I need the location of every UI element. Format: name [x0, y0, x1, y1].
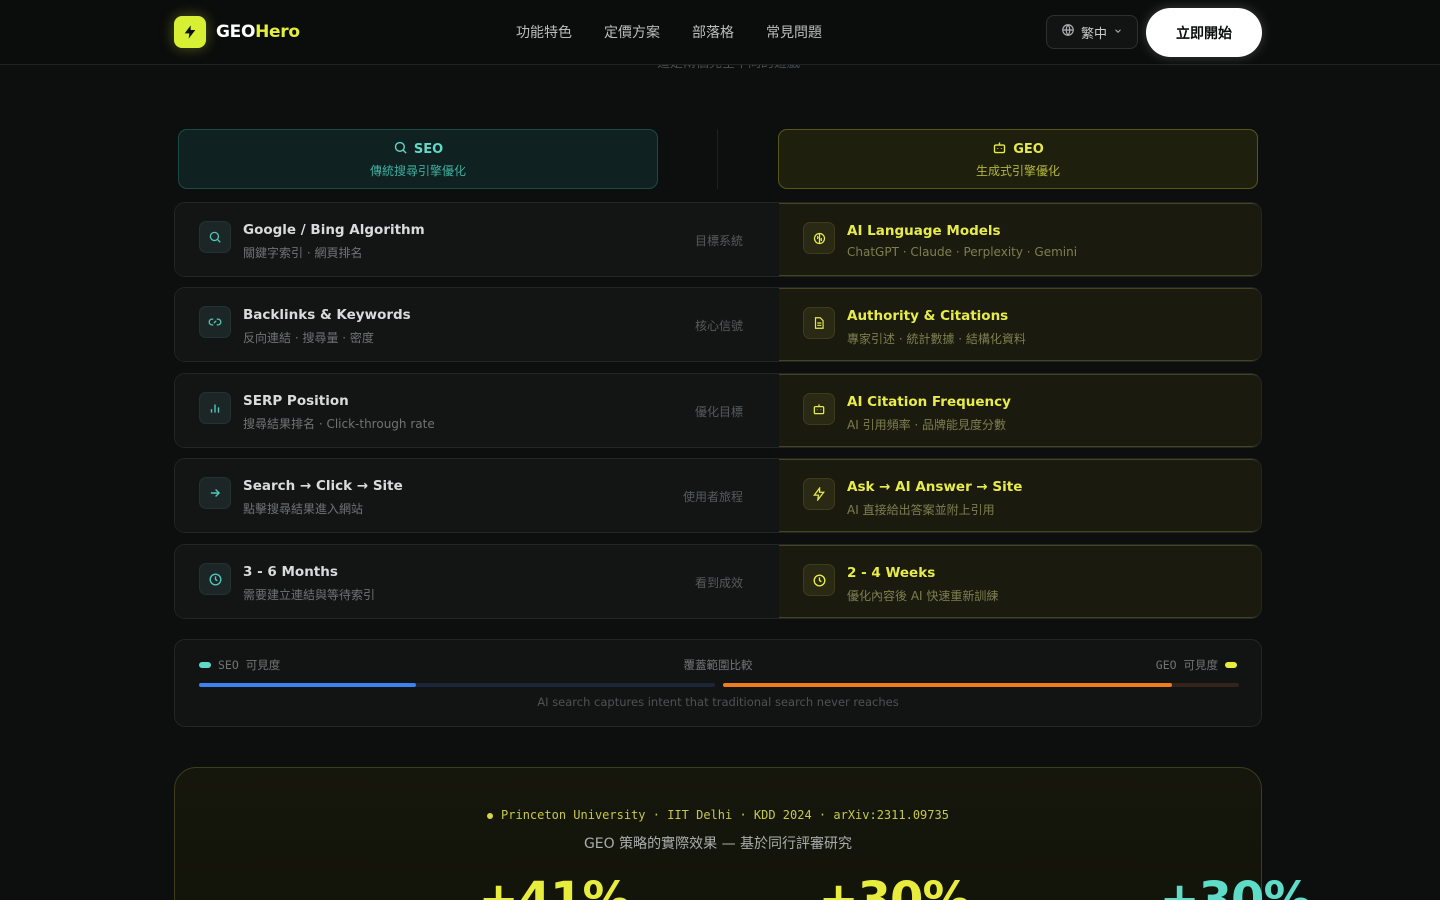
get-started-button[interactable]: 立即開始	[1146, 8, 1262, 57]
top-navbar: GEOHero 功能特色 定價方案 部落格 常見問題 繁中 立即開始	[0, 0, 1440, 65]
research-card: Princeton University · IIT Delhi · KDD 2…	[174, 767, 1312, 900]
geo-cell: 2 - 4 Weeks 優化內容後 AI 快速重新訓練	[779, 545, 1261, 618]
nav-links: 功能特色 定價方案 部落格 常見問題	[516, 22, 822, 42]
chevron-down-icon	[1113, 25, 1123, 40]
brand-name: GEOHero	[216, 22, 300, 42]
search-icon	[393, 140, 408, 159]
nav-link-features[interactable]: 功能特色	[516, 22, 572, 42]
link-icon	[199, 306, 231, 338]
comparison-row: Search → Click → Site 點擊搜尋結果進入網站 使用者旅程 A…	[174, 458, 1262, 533]
seo-row-title: Backlinks & Keywords	[243, 307, 411, 323]
geo-row-title: Authority & Citations	[847, 308, 1009, 324]
seo-header-title: SEO	[413, 141, 444, 157]
nav-link-blog[interactable]: 部落格	[692, 22, 734, 42]
comparison-row: SERP Position 搜尋結果排名 · Click-through rat…	[174, 373, 1262, 448]
geo-row-title: 2 - 4 Weeks	[847, 565, 936, 581]
nav-link-pricing[interactable]: 定價方案	[604, 22, 660, 42]
row-category-tag: 使用者旅程	[682, 490, 743, 504]
research-stat: +30%	[1159, 872, 1311, 900]
geo-row-subtitle: AI 直接給出答案並附上引用	[847, 503, 995, 517]
geo-header-subtitle: 生成式引擎優化	[975, 163, 1060, 178]
row-category-tag: 目標系統	[694, 234, 743, 248]
seo-row-title: Search → Click → Site	[243, 478, 403, 494]
seo-cell: Google / Bing Algorithm 關鍵字索引 · 網頁排名 目標系…	[175, 203, 779, 276]
brand-logo[interactable]: GEOHero	[174, 16, 300, 48]
coverage-comparison: SEO 可見度 覆蓋範圍比較 GEO 可見度 AI search capture…	[174, 639, 1262, 727]
geo-cell: Ask → AI Answer → Site AI 直接給出答案並附上引用	[779, 459, 1261, 532]
globe-icon	[1061, 23, 1075, 41]
seo-row-subtitle: 點擊搜尋結果進入網站	[243, 502, 364, 516]
research-source: Princeton University · IIT Delhi · KDD 2…	[175, 808, 1261, 822]
geo-visibility-legend: GEO 可見度	[1156, 657, 1237, 673]
seo-row-subtitle: 需要建立連結與等待索引	[243, 588, 376, 602]
row-category-tag: 看到成效	[694, 576, 743, 590]
geo-row-title: AI Language Models	[847, 223, 1001, 239]
seo-row-subtitle: 搜尋結果排名 · Click-through rate	[243, 417, 435, 431]
language-selector[interactable]: 繁中	[1046, 15, 1138, 49]
research-stat: +41%	[478, 872, 630, 900]
row-category-tag: 核心信號	[694, 319, 743, 333]
lightning-icon	[803, 478, 835, 510]
clock-icon	[803, 564, 835, 596]
seo-cell: SERP Position 搜尋結果排名 · Click-through rat…	[175, 374, 779, 447]
seo-visibility-fill	[199, 683, 416, 687]
geo-header-title: GEO	[1013, 141, 1044, 157]
geo-row-title: Ask → AI Answer → Site	[847, 479, 1023, 495]
coverage-title: 覆蓋範圍比較	[683, 658, 753, 672]
bot-icon	[992, 140, 1007, 159]
seo-row-title: Google / Bing Algorithm	[243, 222, 425, 238]
geo-cell: AI Citation Frequency AI 引用頻率 · 品牌能見度分數	[779, 374, 1261, 447]
comparison-row: 3 - 6 Months 需要建立連結與等待索引 看到成效 2 - 4 Week…	[174, 544, 1262, 619]
seo-cell: Backlinks & Keywords 反向連結 · 搜尋量 · 密度 核心信…	[175, 288, 779, 361]
nav-link-faq[interactable]: 常見問題	[766, 22, 822, 42]
geo-visibility-label: GEO 可見度	[1155, 658, 1218, 672]
geo-row-subtitle: 優化內容後 AI 快速重新訓練	[847, 589, 999, 603]
brain-icon	[803, 222, 835, 254]
comparison-row: Google / Bing Algorithm 關鍵字索引 · 網頁排名 目標系…	[174, 202, 1262, 277]
arrow-right-icon	[199, 477, 231, 509]
search-icon	[199, 221, 231, 253]
seo-row-title: SERP Position	[243, 393, 349, 409]
geo-cell: Authority & Citations 專家引述 · 統計數據 · 結構化資…	[779, 288, 1261, 361]
geo-visibility-bar	[723, 683, 1239, 687]
bot-icon	[803, 393, 835, 425]
seo-row-subtitle: 關鍵字索引 · 網頁排名	[243, 246, 363, 260]
bar-chart-icon	[199, 392, 231, 424]
seo-column-header: SEO 傳統搜尋引擎優化	[178, 129, 658, 189]
geo-column-header: GEO 生成式引擎優化	[778, 129, 1258, 189]
seo-cell: Search → Click → Site 點擊搜尋結果進入網站 使用者旅程	[175, 459, 779, 532]
seo-visibility-bar	[199, 683, 715, 687]
seo-header-subtitle: 傳統搜尋引擎優化	[369, 163, 466, 178]
geo-row-subtitle: ChatGPT · Claude · Perplexity · Gemini	[847, 245, 1078, 259]
seo-row-subtitle: 反向連結 · 搜尋量 · 密度	[243, 331, 374, 345]
language-label: 繁中	[1080, 26, 1107, 42]
geo-row-subtitle: AI 引用頻率 · 品牌能見度分數	[847, 418, 1007, 432]
geo-legend-swatch	[1225, 662, 1237, 668]
seo-cell: 3 - 6 Months 需要建立連結與等待索引 看到成效	[175, 545, 779, 618]
geo-row-subtitle: 專家引述 · 統計數據 · 結構化資料	[847, 332, 1026, 346]
status-dot	[487, 812, 494, 819]
geo-row-title: AI Citation Frequency	[847, 394, 1011, 410]
lightning-icon	[174, 16, 206, 48]
research-title: GEO 策略的實際效果 — 基於同行評審研究	[583, 836, 853, 852]
clock-icon	[199, 563, 231, 595]
comparison-row: Backlinks & Keywords 反向連結 · 搜尋量 · 密度 核心信…	[174, 287, 1262, 362]
coverage-caption: AI search captures intent that tradition…	[537, 695, 899, 709]
document-icon	[803, 307, 835, 339]
seo-row-title: 3 - 6 Months	[243, 564, 338, 580]
geo-visibility-fill	[723, 683, 1172, 687]
research-stat: +30%	[818, 872, 970, 900]
row-category-tag: 優化目標	[694, 405, 743, 419]
geo-cell: AI Language Models ChatGPT · Claude · Pe…	[779, 203, 1261, 276]
column-divider	[717, 129, 718, 189]
